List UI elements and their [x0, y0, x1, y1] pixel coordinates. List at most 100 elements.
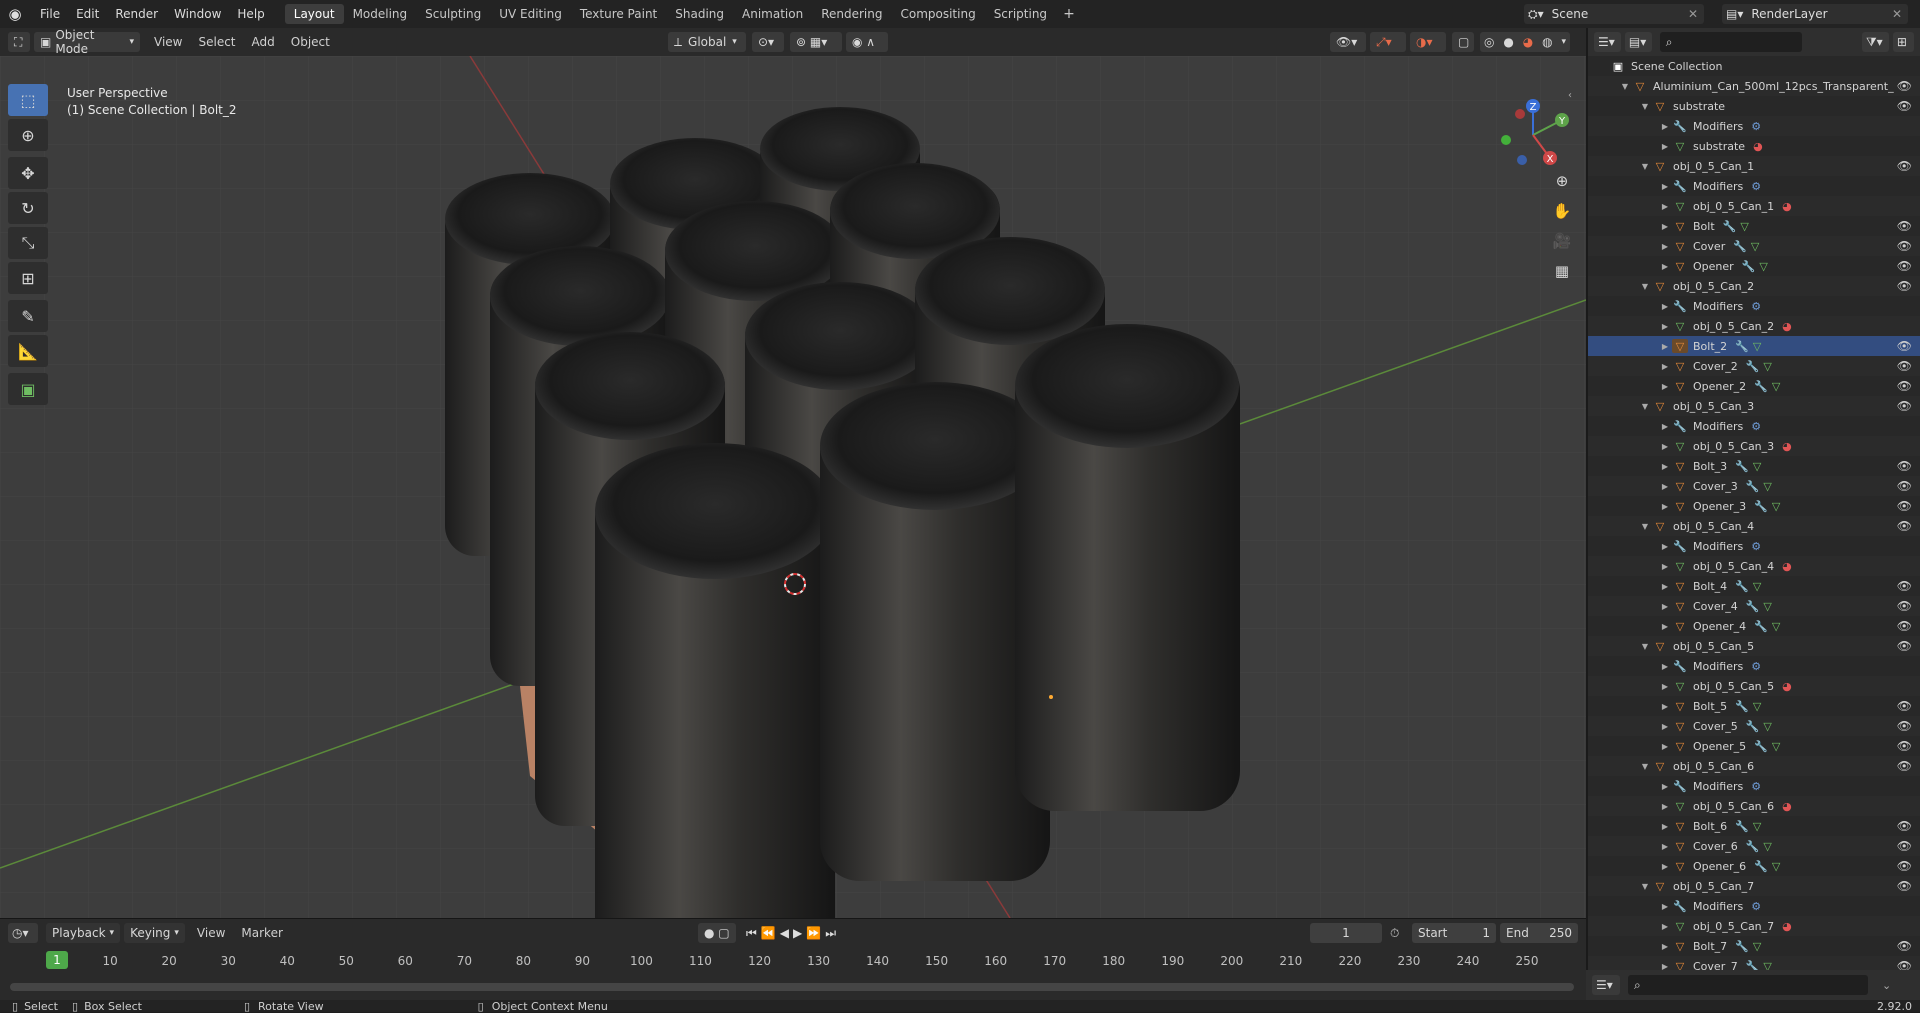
- expand-arrow-right-icon[interactable]: ▶: [1658, 922, 1672, 931]
- outliner-row[interactable]: ▶ 🔧 Modifiers ⚙: [1588, 656, 1920, 676]
- visibility-eye-icon[interactable]: 👁: [1897, 759, 1912, 773]
- outliner-row[interactable]: ▼ ▽ obj_0_5_Can_6 👁: [1588, 756, 1920, 776]
- tab-shading[interactable]: Shading: [666, 4, 733, 24]
- expand-arrow-right-icon[interactable]: ▶: [1658, 462, 1672, 471]
- record-icon[interactable]: ● ▢: [698, 923, 736, 943]
- outliner-row[interactable]: ▶ ▽ Bolt_2 🔧 ▽ 👁: [1588, 336, 1920, 356]
- outliner-row[interactable]: ▶ ▽ Cover_6 🔧 ▽ 👁: [1588, 836, 1920, 856]
- measure-tool-icon[interactable]: 📐: [8, 335, 48, 367]
- expand-arrow-right-icon[interactable]: ▶: [1658, 542, 1672, 551]
- outliner-search-input[interactable]: ⌕: [1659, 32, 1802, 52]
- jump-start-icon[interactable]: ⏮: [746, 926, 757, 941]
- outliner-row[interactable]: ▶ ▽ obj_0_5_Can_2 ◕: [1588, 316, 1920, 336]
- visibility-eye-icon[interactable]: 👁: [1897, 839, 1912, 853]
- visibility-eye-icon[interactable]: 👁: [1897, 79, 1912, 93]
- outliner-row[interactable]: ▼ ▽ obj_0_5_Can_1 👁: [1588, 156, 1920, 176]
- menu-help[interactable]: Help: [229, 7, 272, 21]
- visibility-eye-icon[interactable]: 👁: [1897, 459, 1912, 473]
- rendered-shading-icon[interactable]: ◍: [1542, 35, 1552, 49]
- expand-arrow-down-icon[interactable]: ▼: [1638, 402, 1652, 411]
- menu-file[interactable]: File: [32, 7, 68, 21]
- wireframe-shading-icon[interactable]: ◎: [1484, 35, 1494, 49]
- shading-buttons[interactable]: ◎ ● ◕ ◍ ▾: [1480, 32, 1570, 52]
- play-reverse-icon[interactable]: ◀: [780, 926, 789, 941]
- expand-arrow-right-icon[interactable]: ▶: [1658, 322, 1672, 331]
- add-workspace-icon[interactable]: +: [1056, 6, 1082, 22]
- visibility-eye-icon[interactable]: 👁: [1897, 279, 1912, 293]
- expand-arrow-right-icon[interactable]: ▶: [1658, 422, 1672, 431]
- display-mode-icon[interactable]: ▤▾: [1624, 32, 1652, 52]
- expand-arrow-right-icon[interactable]: ▶: [1658, 362, 1672, 371]
- current-frame-marker[interactable]: 1: [46, 951, 68, 969]
- outliner-row[interactable]: ▶ ▽ Bolt_3 🔧 ▽ 👁: [1588, 456, 1920, 476]
- outliner-row[interactable]: ▶ 🔧 Modifiers ⚙: [1588, 176, 1920, 196]
- expand-arrow-right-icon[interactable]: ▶: [1658, 862, 1672, 871]
- timeline-editor-icon[interactable]: ◷▾: [8, 923, 38, 943]
- expand-arrow-right-icon[interactable]: ▶: [1658, 122, 1672, 131]
- start-frame-field[interactable]: Start 1: [1412, 923, 1496, 943]
- visibility-icon[interactable]: 👁▾: [1330, 32, 1366, 52]
- visibility-eye-icon[interactable]: 👁: [1897, 939, 1912, 953]
- outliner-row[interactable]: ▶ 🔧 Modifiers ⚙: [1588, 896, 1920, 916]
- annotate-tool-icon[interactable]: ✎: [8, 300, 48, 332]
- menu-window[interactable]: Window: [166, 7, 229, 21]
- outliner-row[interactable]: ▶ ▽ Cover_5 🔧 ▽ 👁: [1588, 716, 1920, 736]
- expand-arrow-right-icon[interactable]: ▶: [1658, 222, 1672, 231]
- editor-type-icon[interactable]: ⛶: [8, 32, 30, 52]
- outliner-editor-icon[interactable]: ☰▾: [1594, 32, 1621, 52]
- menu-render[interactable]: Render: [107, 7, 166, 21]
- ortho-grid-icon[interactable]: ▦: [1548, 257, 1576, 285]
- outliner-row[interactable]: ▼ ▽ obj_0_5_Can_4 👁: [1588, 516, 1920, 536]
- expand-arrow-right-icon[interactable]: ▶: [1658, 342, 1672, 351]
- rotate-tool-icon[interactable]: ↻: [8, 192, 48, 224]
- outliner-row[interactable]: ▶ ▽ Cover 🔧 ▽ 👁: [1588, 236, 1920, 256]
- pivot-icon[interactable]: ⊙▾: [752, 32, 784, 52]
- zoom-icon[interactable]: ⊕: [1548, 167, 1576, 195]
- proportional-edit-icon[interactable]: ◉ ∧: [846, 32, 888, 52]
- chevron-down-icon[interactable]: ▾: [1561, 37, 1566, 47]
- timeline-scrollbar[interactable]: [10, 983, 1574, 991]
- outliner-row[interactable]: ▶ ▽ Opener 🔧 ▽ 👁: [1588, 256, 1920, 276]
- xray-icon[interactable]: ▢: [1452, 32, 1474, 52]
- outliner-row[interactable]: ▶ ▽ Cover_4 🔧 ▽ 👁: [1588, 596, 1920, 616]
- expand-arrow-down-icon[interactable]: ▼: [1638, 762, 1652, 771]
- menu-object[interactable]: Object: [283, 35, 338, 49]
- add-cube-tool-icon[interactable]: ▣: [8, 373, 48, 405]
- expand-arrow-right-icon[interactable]: ▶: [1658, 202, 1672, 211]
- gizmo-neg-y-axis[interactable]: [1501, 135, 1511, 145]
- timeline-view-menu[interactable]: View: [197, 926, 225, 940]
- outliner-row[interactable]: ▶ ▽ Opener_2 🔧 ▽ 👁: [1588, 376, 1920, 396]
- outliner-row[interactable]: ▶ ▽ obj_0_5_Can_6 ◕: [1588, 796, 1920, 816]
- expand-arrow-right-icon[interactable]: ▶: [1658, 442, 1672, 451]
- menu-view[interactable]: View: [146, 35, 190, 49]
- mode-dropdown[interactable]: ▣ Object Mode ▾: [34, 28, 140, 56]
- solid-shading-icon[interactable]: ●: [1503, 35, 1513, 49]
- visibility-eye-icon[interactable]: 👁: [1897, 259, 1912, 273]
- cursor-tool-icon[interactable]: ⊕: [8, 119, 48, 151]
- scale-tool-icon[interactable]: ⤡: [8, 227, 48, 259]
- outliner-row[interactable]: ▶ ▽ substrate ◕: [1588, 136, 1920, 156]
- outliner-row[interactable]: ▶ ▽ obj_0_5_Can_7 ◕: [1588, 916, 1920, 936]
- visibility-eye-icon[interactable]: 👁: [1897, 719, 1912, 733]
- visibility-eye-icon[interactable]: 👁: [1897, 519, 1912, 533]
- transform-tool-icon[interactable]: ⊞: [8, 262, 48, 294]
- visibility-eye-icon[interactable]: 👁: [1897, 479, 1912, 493]
- expand-arrow-right-icon[interactable]: ▶: [1658, 482, 1672, 491]
- outliner-row[interactable]: ▶ ▽ Opener_6 🔧 ▽ 👁: [1588, 856, 1920, 876]
- play-icon[interactable]: ▶: [793, 926, 802, 941]
- expand-arrow-down-icon[interactable]: ▼: [1618, 82, 1632, 91]
- expand-arrow-right-icon[interactable]: ▶: [1658, 582, 1672, 591]
- tab-sculpting[interactable]: Sculpting: [416, 4, 490, 24]
- outliner-row[interactable]: ▼ ▽ obj_0_5_Can_2 👁: [1588, 276, 1920, 296]
- chevron-down-icon[interactable]: ⌄: [1882, 979, 1891, 992]
- timeline-marker-menu[interactable]: Marker: [241, 926, 282, 940]
- outliner-row[interactable]: ▶ ▽ Bolt_6 🔧 ▽ 👁: [1588, 816, 1920, 836]
- visibility-eye-icon[interactable]: 👁: [1897, 379, 1912, 393]
- menu-add[interactable]: Add: [244, 35, 283, 49]
- expand-arrow-right-icon[interactable]: ▶: [1658, 142, 1672, 151]
- expand-arrow-right-icon[interactable]: ▶: [1658, 382, 1672, 391]
- expand-arrow-right-icon[interactable]: ▶: [1658, 562, 1672, 571]
- expand-arrow-right-icon[interactable]: ▶: [1658, 502, 1672, 511]
- visibility-eye-icon[interactable]: 👁: [1897, 859, 1912, 873]
- jump-end-icon[interactable]: ⏭: [825, 926, 836, 941]
